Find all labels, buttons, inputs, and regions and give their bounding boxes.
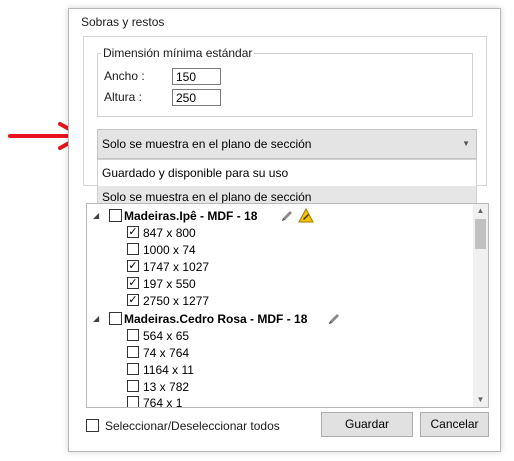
item-checkbox[interactable] bbox=[127, 243, 139, 255]
item-label: 764 x 1 bbox=[143, 396, 183, 408]
item-checkbox[interactable] bbox=[127, 363, 139, 375]
item-label: 13 x 782 bbox=[143, 380, 190, 394]
pencil-icon[interactable] bbox=[280, 209, 294, 223]
pencil-icon[interactable] bbox=[327, 312, 341, 326]
leftovers-dialog: Sobras y restos Dimensión mínima estánda… bbox=[68, 8, 501, 452]
item-label: 74 x 764 bbox=[143, 346, 190, 360]
item-checkbox[interactable]: ✓ bbox=[127, 260, 139, 272]
cancel-button[interactable]: Cancelar bbox=[420, 412, 489, 437]
scroll-down-icon[interactable]: ▼ bbox=[473, 393, 488, 407]
dialog-title: Sobras y restos bbox=[81, 15, 165, 29]
item-label: 2750 x 1277 bbox=[143, 294, 210, 308]
group-label: Madeiras.Cedro Rosa - MDF - 18 bbox=[124, 312, 308, 326]
item-checkbox[interactable] bbox=[127, 346, 139, 358]
item-checkbox[interactable]: ✓ bbox=[127, 294, 139, 306]
width-input[interactable] bbox=[172, 68, 221, 85]
visibility-select[interactable]: Solo se muestra en el plano de sección ▼ bbox=[97, 129, 477, 159]
item-label: 1747 x 1027 bbox=[143, 260, 210, 274]
tree-scrollbar[interactable]: ▲ ▼ bbox=[473, 204, 488, 407]
group-label: Madeiras.Ipê - MDF - 18 bbox=[124, 209, 258, 223]
scroll-up-icon[interactable]: ▲ bbox=[473, 204, 488, 218]
item-checkbox[interactable] bbox=[127, 329, 139, 341]
item-label: 847 x 800 bbox=[143, 226, 196, 240]
dropdown-option-saved[interactable]: Guardado y disponible para su uso bbox=[98, 162, 476, 185]
visibility-dropdown-list: Guardado y disponible para su uso Solo s… bbox=[97, 159, 477, 209]
item-checkbox[interactable] bbox=[127, 396, 139, 407]
min-dimension-group: Dimensión mínima estándar Ancho : Altura… bbox=[97, 46, 473, 117]
chevron-down-icon[interactable]: ▼ bbox=[462, 139, 470, 148]
save-button[interactable]: Guardar bbox=[321, 412, 413, 437]
tree-group-row[interactable]: ◢ Madeiras.Cedro Rosa - MDF - 18 bbox=[87, 311, 467, 327]
scrollbar-thumb[interactable] bbox=[475, 219, 486, 249]
leftovers-tree: ◢ Madeiras.Ipê - MDF - 18 ✓ 847 x 800 10… bbox=[86, 203, 489, 408]
collapse-triangle-icon[interactable]: ◢ bbox=[93, 208, 99, 224]
item-label: 564 x 65 bbox=[143, 329, 190, 343]
item-label: 1000 x 74 bbox=[143, 243, 196, 257]
min-dimension-legend: Dimensión mínima estándar bbox=[101, 46, 255, 60]
visibility-select-value: Solo se muestra en el plano de sección bbox=[102, 137, 312, 151]
height-label: Altura : bbox=[104, 90, 143, 104]
item-label: 1164 x 11 bbox=[143, 363, 194, 377]
select-all-checkbox[interactable] bbox=[86, 419, 99, 432]
warning-icon bbox=[298, 208, 314, 223]
item-checkbox[interactable]: ✓ bbox=[127, 226, 139, 238]
item-checkbox[interactable] bbox=[127, 380, 139, 392]
height-input[interactable] bbox=[172, 89, 221, 106]
group-checkbox[interactable] bbox=[109, 312, 122, 325]
item-checkbox[interactable]: ✓ bbox=[127, 277, 139, 289]
width-label: Ancho : bbox=[104, 69, 145, 83]
group-checkbox[interactable] bbox=[109, 209, 122, 222]
item-label: 197 x 550 bbox=[143, 277, 196, 291]
tree-group-row[interactable]: ◢ Madeiras.Ipê - MDF - 18 bbox=[87, 208, 467, 224]
select-all-label[interactable]: Seleccionar/Deseleccionar todos bbox=[105, 419, 280, 433]
collapse-triangle-icon[interactable]: ◢ bbox=[93, 311, 99, 327]
